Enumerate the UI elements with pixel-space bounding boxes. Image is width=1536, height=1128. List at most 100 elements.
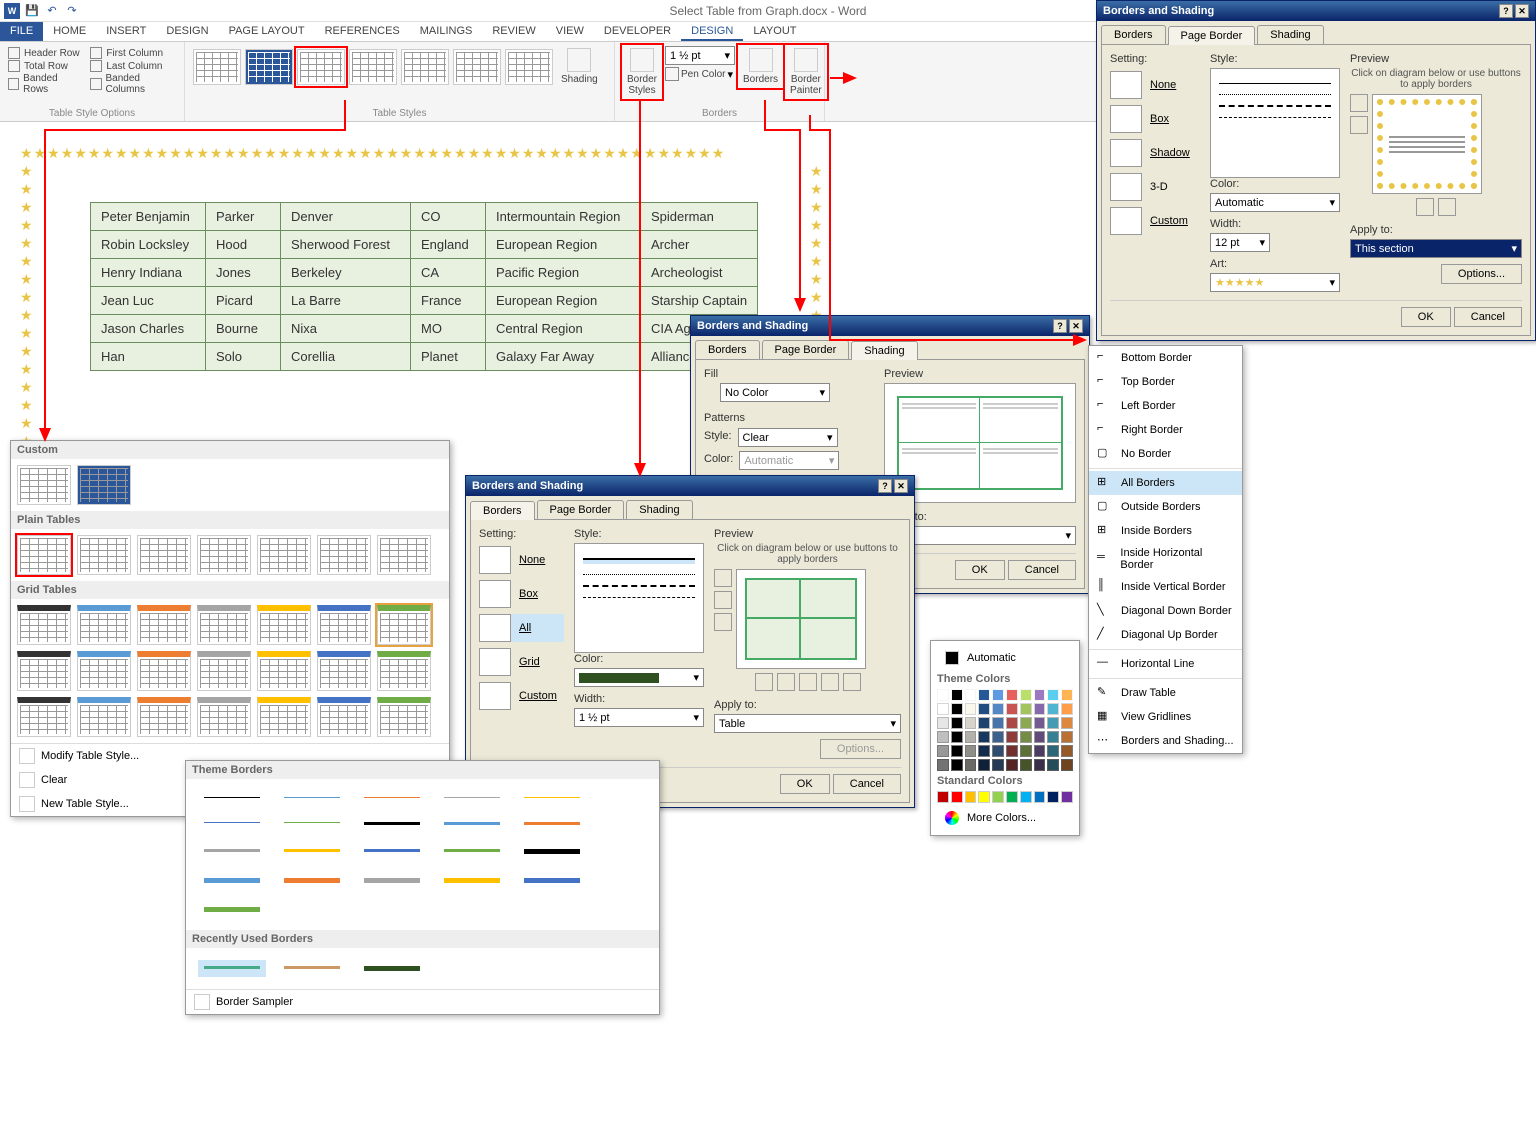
- color-swatch[interactable]: [978, 791, 990, 803]
- color-swatch[interactable]: [937, 689, 949, 701]
- color-swatch[interactable]: [1006, 731, 1018, 743]
- tab-page-border[interactable]: Page Border: [537, 500, 625, 519]
- setting-box[interactable]: Box: [479, 580, 564, 608]
- automatic-color[interactable]: Automatic: [937, 647, 1073, 669]
- gallery-thumb[interactable]: [17, 465, 71, 505]
- width-combo[interactable]: 1 ½ pt▾: [574, 708, 704, 727]
- preview-btn-right[interactable]: [1438, 198, 1456, 216]
- table-cell[interactable]: Solo: [206, 343, 281, 371]
- tab-shading[interactable]: Shading: [626, 500, 692, 519]
- color-swatch[interactable]: [965, 745, 977, 757]
- color-swatch[interactable]: [1047, 745, 1059, 757]
- color-swatch[interactable]: [992, 791, 1004, 803]
- color-swatch[interactable]: [1020, 731, 1032, 743]
- color-swatch[interactable]: [1020, 745, 1032, 757]
- preview-btn[interactable]: [714, 569, 732, 587]
- color-swatch[interactable]: [992, 703, 1004, 715]
- color-swatch[interactable]: [1061, 703, 1073, 715]
- border-swatch[interactable]: [358, 791, 426, 804]
- style-thumb[interactable]: [245, 49, 293, 85]
- border-menu-item[interactable]: ⌐Right Border: [1089, 418, 1242, 442]
- color-swatch[interactable]: [1020, 703, 1032, 715]
- color-swatch[interactable]: [1047, 731, 1059, 743]
- color-swatch[interactable]: [978, 731, 990, 743]
- border-swatch[interactable]: [358, 872, 426, 889]
- chevron-down-icon[interactable]: ▾: [727, 68, 733, 81]
- color-swatch[interactable]: [937, 759, 949, 771]
- gallery-thumb-selected[interactable]: [17, 535, 71, 575]
- borders-button[interactable]: Borders: [739, 46, 782, 87]
- preview-btn[interactable]: [821, 673, 839, 691]
- tab-developer[interactable]: DEVELOPER: [594, 22, 681, 41]
- border-menu-item[interactable]: ╲Diagonal Down Border: [1089, 599, 1242, 623]
- table-cell[interactable]: Galaxy Far Away: [486, 343, 641, 371]
- color-swatch[interactable]: [965, 759, 977, 771]
- border-menu-item[interactable]: ▢Outside Borders: [1089, 495, 1242, 519]
- gallery-thumb[interactable]: [77, 605, 131, 645]
- color-swatch[interactable]: [1034, 745, 1046, 757]
- border-menu-item[interactable]: ⋯Borders and Shading...: [1089, 729, 1242, 753]
- color-swatch[interactable]: [1061, 689, 1073, 701]
- border-menu-item[interactable]: ⌐Top Border: [1089, 370, 1242, 394]
- border-swatch[interactable]: [278, 843, 346, 860]
- border-menu-item[interactable]: ⌐Left Border: [1089, 394, 1242, 418]
- color-swatch[interactable]: [1034, 759, 1046, 771]
- border-menu-item[interactable]: ⊞All Borders: [1089, 471, 1242, 495]
- color-swatch[interactable]: [951, 731, 963, 743]
- color-swatch[interactable]: [1034, 731, 1046, 743]
- border-swatch[interactable]: [358, 843, 426, 860]
- border-styles-button[interactable]: Border Styles: [623, 46, 661, 98]
- setting-none[interactable]: None: [1110, 71, 1200, 99]
- gallery-thumb[interactable]: [17, 651, 71, 691]
- borders-shading-dialog-page[interactable]: Borders and Shading?✕ Borders Page Borde…: [1096, 0, 1536, 341]
- border-swatch[interactable]: [198, 901, 266, 918]
- color-swatch[interactable]: [1047, 759, 1059, 771]
- color-swatch[interactable]: [978, 717, 990, 729]
- color-swatch[interactable]: [951, 759, 963, 771]
- preview-diagram[interactable]: [736, 569, 866, 669]
- table-cell[interactable]: Planet: [411, 343, 486, 371]
- color-swatch[interactable]: [965, 791, 977, 803]
- undo-icon[interactable]: ↶: [44, 3, 60, 19]
- checkbox[interactable]: [90, 60, 102, 72]
- table-cell[interactable]: Corellia: [281, 343, 411, 371]
- style-list[interactable]: [574, 543, 704, 653]
- style-thumb[interactable]: [505, 49, 553, 85]
- preview-btn[interactable]: [843, 673, 861, 691]
- width-combo[interactable]: 12 pt▾: [1210, 233, 1270, 252]
- table-cell[interactable]: Archeologist: [641, 259, 758, 287]
- color-combo[interactable]: Automatic▾: [1210, 193, 1340, 212]
- table-cell[interactable]: Central Region: [486, 315, 641, 343]
- border-swatch[interactable]: [438, 816, 506, 831]
- apply-to-combo[interactable]: Table▾: [714, 714, 901, 733]
- table-cell[interactable]: Jason Charles: [91, 315, 206, 343]
- borders-shading-dialog-borders[interactable]: Borders and Shading?✕ Borders Page Borde…: [465, 475, 915, 808]
- table-cell[interactable]: Nixa: [281, 315, 411, 343]
- checkbox[interactable]: [8, 78, 19, 90]
- tab-page-border[interactable]: Page Border: [762, 340, 850, 359]
- color-swatch[interactable]: [1047, 689, 1059, 701]
- color-swatch[interactable]: [965, 703, 977, 715]
- color-swatch[interactable]: [937, 791, 949, 803]
- options-button[interactable]: Options...: [1441, 264, 1522, 284]
- pattern-style-combo[interactable]: Clear▾: [738, 428, 838, 447]
- table-cell[interactable]: England: [411, 231, 486, 259]
- color-swatch[interactable]: [992, 745, 1004, 757]
- table-cell[interactable]: Archer: [641, 231, 758, 259]
- tab-page-border[interactable]: Page Border: [1168, 26, 1256, 45]
- gallery-thumb[interactable]: [197, 605, 251, 645]
- color-swatch[interactable]: [951, 791, 963, 803]
- ok-button[interactable]: OK: [1401, 307, 1451, 327]
- gallery-thumb[interactable]: [377, 651, 431, 691]
- ok-button[interactable]: OK: [955, 560, 1005, 580]
- color-swatch[interactable]: [965, 717, 977, 729]
- tab-borders[interactable]: Borders: [695, 340, 760, 359]
- table-cell[interactable]: CA: [411, 259, 486, 287]
- table-cell[interactable]: Pacific Region: [486, 259, 641, 287]
- theme-borders-dropdown[interactable]: Theme Borders Recently Used Borders Bord…: [185, 760, 660, 1015]
- color-swatch[interactable]: [1006, 759, 1018, 771]
- tab-shading[interactable]: Shading: [1257, 25, 1323, 44]
- save-icon[interactable]: 💾: [24, 3, 40, 19]
- cancel-button[interactable]: Cancel: [833, 774, 901, 794]
- color-swatch[interactable]: [992, 731, 1004, 743]
